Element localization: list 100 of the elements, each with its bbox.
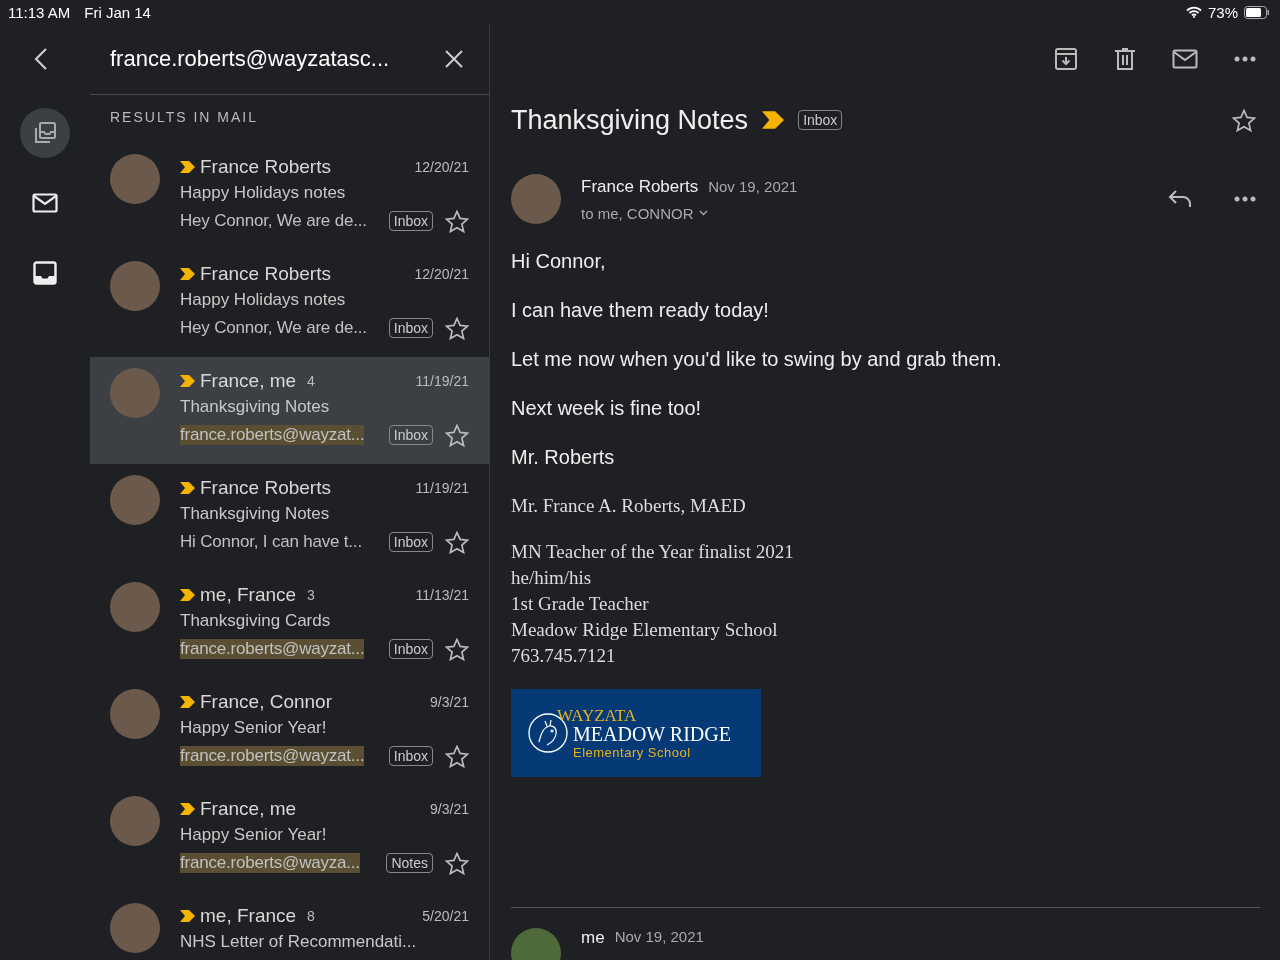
email-date: 9/3/21: [430, 801, 469, 817]
avatar: [110, 368, 160, 418]
email-snippet: france.roberts@wayzat...: [180, 746, 365, 766]
importance-marker-icon: [180, 803, 195, 815]
label-tag: Notes: [386, 853, 433, 873]
email-subject: Happy Holidays notes: [180, 183, 347, 204]
star-icon[interactable]: [445, 423, 469, 447]
email-date: 12/20/21: [414, 266, 469, 282]
email-subject-title: Thanksgiving Notes: [511, 104, 749, 136]
sender-name: me, France: [200, 584, 297, 606]
avatar: [110, 582, 160, 632]
body-paragraph: Let me now when you'd like to swing by and grab them.: [511, 348, 1003, 371]
email-date: 12/20/21: [414, 159, 469, 175]
close-icon[interactable]: [445, 50, 463, 68]
star-icon[interactable]: [445, 851, 469, 875]
email-subject: Happy Holidays notes: [180, 290, 347, 311]
email-date: Nov 19, 2021: [614, 928, 704, 945]
search-field[interactable]: france.roberts@wayzatasc...: [110, 46, 445, 72]
message-count: 3: [307, 587, 315, 603]
email-snippet: france.roberts@wayzat...: [180, 639, 365, 659]
email-date: 11/13/21: [415, 587, 469, 603]
signature-line: MN Teacher of the Year finalist 2021: [511, 540, 795, 564]
logo-text: MEADOW RIDGE: [573, 724, 731, 744]
email-snippet: france.roberts@wayzat...: [180, 425, 365, 445]
label-tag: Inbox: [388, 639, 433, 659]
email-date: 9/3/21: [430, 694, 469, 710]
mail-icon[interactable]: [1172, 49, 1198, 69]
logo-text: Elementary School: [573, 746, 692, 759]
importance-marker-icon: [762, 111, 785, 129]
importance-marker-icon: [180, 268, 195, 280]
email-row[interactable]: France, Connor 9/3/21 Happy Senior Year! france.roberts@wayzat... Inbox: [90, 678, 489, 785]
star-icon[interactable]: [445, 530, 469, 554]
importance-marker-icon: [180, 482, 195, 494]
sender-name: France, me: [200, 798, 297, 820]
email-subject: Thanksgiving Notes: [180, 397, 331, 418]
signature-name: Mr. France A. Roberts, MAED: [511, 495, 747, 517]
status-date: Fri Jan 14: [84, 3, 151, 21]
email-date: Nov 19, 2021: [708, 177, 798, 195]
label-tag: Inbox: [388, 318, 433, 338]
email-subject: Thanksgiving Cards: [180, 611, 332, 632]
logo-text: WAYZATA: [557, 707, 638, 724]
avatar: [110, 796, 160, 846]
archive-icon[interactable]: [1054, 47, 1078, 71]
star-icon[interactable]: [445, 316, 469, 340]
star-icon[interactable]: [445, 637, 469, 661]
body-paragraph: Hi Connor,: [511, 250, 607, 273]
sender-name: me, France: [200, 905, 297, 927]
avatar: [110, 154, 160, 204]
email-row[interactable]: France Roberts 12/20/21 Happy Holidays notes Hey Connor, We are de... Inbox: [90, 143, 489, 250]
message-count: 8: [307, 908, 315, 924]
status-time: 11:13 AM: [8, 3, 71, 21]
email-row[interactable]: France, me 4 11/19/21 Thanksgiving Notes france.roberts@wayzat... Inbox: [90, 357, 489, 464]
email-date: 11/19/21: [415, 373, 469, 389]
signature-line: 763.745.7121: [511, 644, 617, 668]
back-icon[interactable]: [34, 47, 48, 71]
importance-marker-icon: [180, 589, 195, 601]
star-icon[interactable]: [445, 744, 469, 768]
recipients-toggle[interactable]: to me, CONNOR: [581, 204, 798, 222]
label-tag: Inbox: [388, 532, 433, 552]
stacked-inbox-icon: [32, 120, 58, 146]
email-snippet: france.roberts@wayza...: [180, 853, 360, 873]
wifi-icon: [1185, 6, 1202, 18]
sender-name: France, me: [200, 370, 297, 392]
avatar: [511, 174, 561, 224]
sender-name: France Roberts: [200, 477, 331, 499]
signature-line: Meadow Ridge Elementary School: [511, 618, 779, 642]
email-subject: Happy Senior Year!: [180, 718, 328, 739]
email-row[interactable]: France Roberts 11/19/21 Thanksgiving Notes Hi Connor, I can have t... Inbox: [90, 464, 489, 571]
email-snippet: Hi Connor, I can have t...: [180, 532, 362, 552]
email-row[interactable]: France Roberts 12/20/21 Happy Holidays notes Hey Connor, We are de... Inbox: [90, 250, 489, 357]
stacked-inbox-button[interactable]: [20, 108, 70, 158]
battery-percent: 73%: [1207, 3, 1238, 21]
reply-icon[interactable]: [1168, 190, 1192, 208]
email-snippet: Hey Connor, We are de...: [180, 211, 367, 231]
star-icon[interactable]: [1232, 108, 1256, 132]
star-icon[interactable]: [445, 209, 469, 233]
chevron-down-icon: [698, 210, 708, 216]
sender-name: me: [581, 928, 605, 948]
label-tag: Inbox: [798, 110, 843, 130]
email-subject: Happy Senior Year!: [180, 825, 328, 846]
email-subject: Thanksgiving Notes: [180, 504, 331, 525]
body-paragraph: Mr. Roberts: [511, 446, 616, 469]
body-paragraph: Next week is fine too!: [511, 397, 703, 420]
body-paragraph: I can have them ready today!: [511, 299, 770, 322]
importance-marker-icon: [180, 161, 195, 173]
more-icon[interactable]: [1234, 56, 1256, 62]
email-date: 5/20/21: [422, 908, 469, 924]
label-tag: Inbox: [388, 425, 433, 445]
more-icon[interactable]: [1234, 196, 1256, 202]
email-row[interactable]: me, France 8 5/20/21 NHS Letter of Recommendati...: [90, 892, 489, 960]
email-row[interactable]: me, France 3 11/13/21 Thanksgiving Cards france.roberts@wayzat... Inbox: [90, 571, 489, 678]
sender-name: France Roberts: [200, 156, 331, 178]
delete-icon[interactable]: [1114, 47, 1136, 71]
signature-line: 1st Grade Teacher: [511, 592, 650, 616]
importance-marker-icon: [180, 910, 195, 922]
importance-marker-icon: [180, 696, 195, 708]
sender-name: France Roberts: [200, 263, 331, 285]
sender-name: France Roberts: [581, 176, 699, 197]
email-row[interactable]: France, me 9/3/21 Happy Senior Year! france.roberts@wayza... Notes: [90, 785, 489, 892]
avatar: [110, 475, 160, 525]
